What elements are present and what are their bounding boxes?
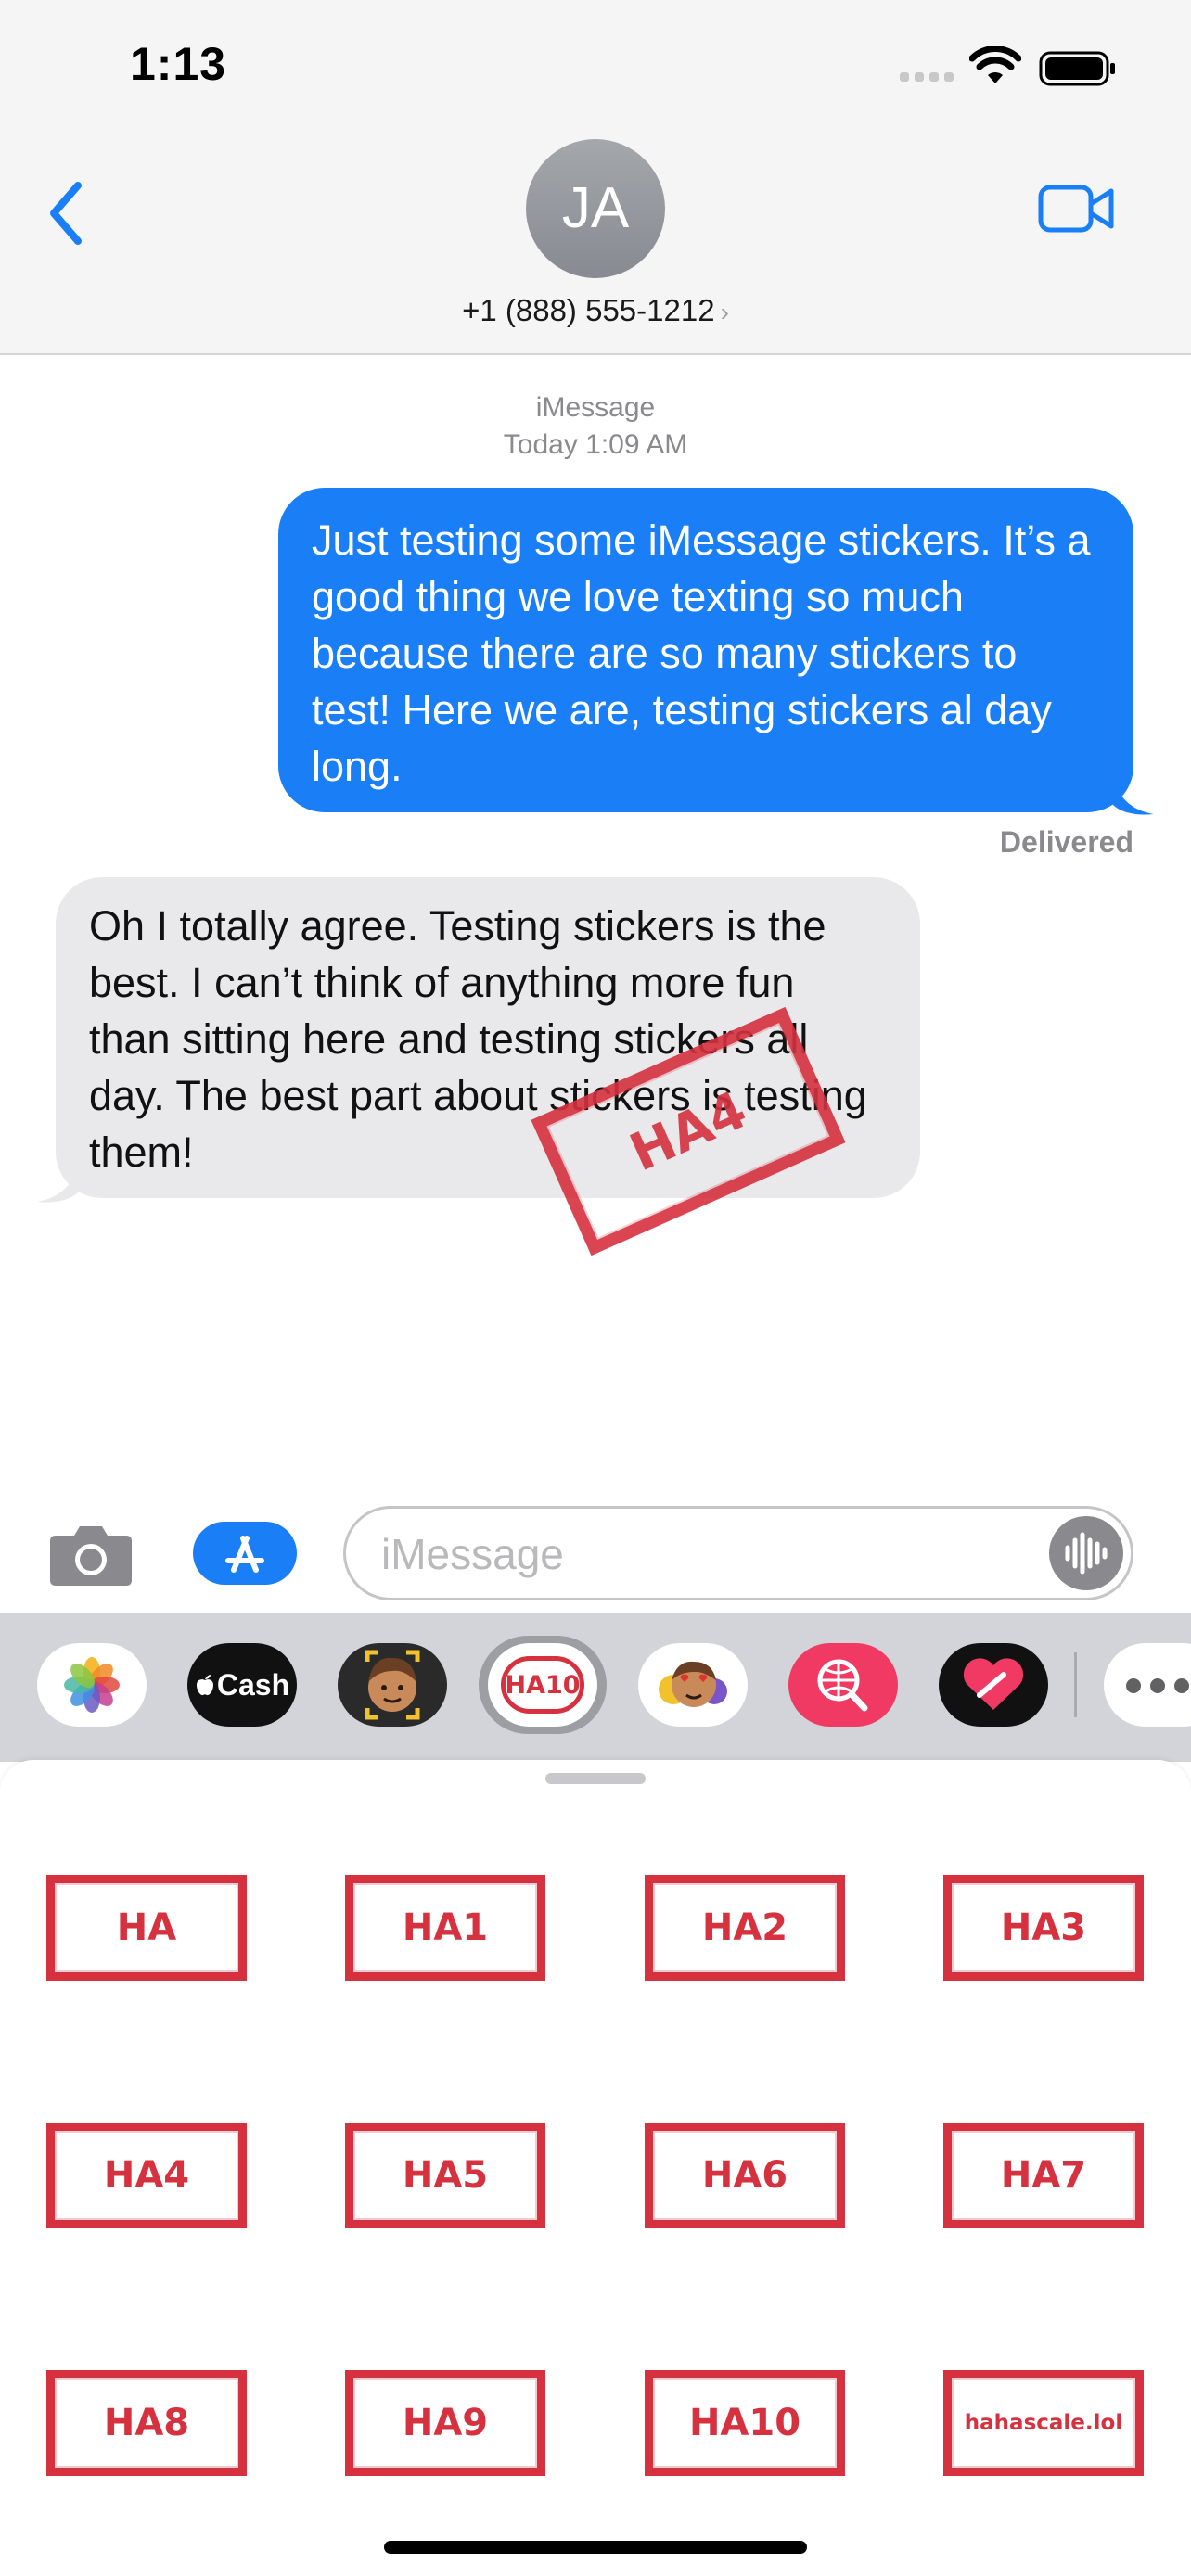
sticker-ha10[interactable]: HA10 [645, 2370, 845, 2476]
contact-avatar[interactable]: JA [526, 139, 665, 278]
image-search-app[interactable] [788, 1643, 898, 1727]
message-timestamp: Today 1:09 AM [503, 429, 688, 460]
conversation-meta: iMessage Today 1:09 AM [0, 389, 1191, 464]
service-label: iMessage [535, 392, 656, 423]
digital-touch-app[interactable] [939, 1643, 1048, 1727]
sticker-ha1[interactable]: HA1 [345, 1875, 545, 1981]
contact-number: +1 (888) 555-1212 [462, 293, 715, 327]
outgoing-bubble-tail [1113, 779, 1154, 815]
delivery-status: Delivered [999, 825, 1133, 859]
apple-logo-icon [196, 1675, 213, 1696]
apple-cash-app[interactable]: Cash [187, 1643, 297, 1727]
sticker-ha6[interactable]: HA6 [645, 2123, 845, 2228]
cellular-signal-icon [900, 72, 954, 82]
back-chevron-icon[interactable] [43, 176, 89, 250]
status-time: 1:13 [130, 38, 227, 90]
conversation-header: JA +1 (888) 555-1212 › [0, 139, 1191, 355]
sticker-hahascale[interactable]: hahascale.lol [943, 2370, 1144, 2476]
sticker-ha9[interactable]: HA9 [345, 2370, 545, 2476]
facetime-video-icon[interactable] [1037, 184, 1115, 236]
sticker-ha5[interactable]: HA5 [345, 2123, 545, 2228]
memoji-stickers-icon [659, 1661, 727, 1707]
home-indicator[interactable] [384, 2541, 807, 2554]
app-store-button[interactable] [193, 1522, 297, 1585]
outgoing-message-bubble[interactable]: Just testing some iMessage stickers. It’… [278, 488, 1133, 812]
sticker-ha[interactable]: HA [46, 1875, 247, 1981]
ha10-app-label: HA10 [501, 1656, 584, 1714]
photos-app[interactable] [37, 1643, 147, 1727]
sticker-ha4[interactable]: HA4 [46, 2123, 247, 2228]
message-input[interactable] [379, 1509, 1032, 1600]
message-input-field[interactable] [343, 1506, 1133, 1600]
incoming-bubble-tail [37, 1167, 78, 1203]
memoji-stickers-app[interactable] [638, 1643, 748, 1727]
sticker-ha3[interactable]: HA3 [943, 1875, 1144, 1981]
waveform-icon [1065, 1532, 1108, 1575]
app-store-icon [225, 1536, 264, 1573]
memoji-app[interactable] [338, 1643, 447, 1727]
heart-icon [963, 1658, 1024, 1710]
wifi-icon [969, 46, 1021, 83]
photos-icon [64, 1657, 120, 1713]
cash-label: Cash [216, 1667, 290, 1702]
camera-icon[interactable] [48, 1521, 134, 1588]
sticker-ha8[interactable]: HA8 [46, 2370, 247, 2476]
status-bar: 1:13 [0, 0, 1191, 139]
sticker-ha2[interactable]: HA2 [645, 1875, 845, 1981]
app-drawer-divider [1074, 1652, 1077, 1717]
sticker-ha7[interactable]: HA7 [943, 2123, 1144, 2228]
ha10-sticker-app[interactable]: HA10 [488, 1643, 597, 1727]
memoji-icon [365, 1650, 420, 1720]
globe-search-icon [817, 1659, 868, 1712]
sheet-grabber[interactable] [545, 1773, 646, 1784]
contact-name[interactable]: +1 (888) 555-1212 › [0, 293, 1191, 328]
battery-icon [1039, 51, 1115, 86]
audio-message-button[interactable] [1049, 1516, 1123, 1590]
more-apps-button[interactable] [1104, 1643, 1191, 1727]
chevron-right-icon: › [720, 298, 729, 326]
